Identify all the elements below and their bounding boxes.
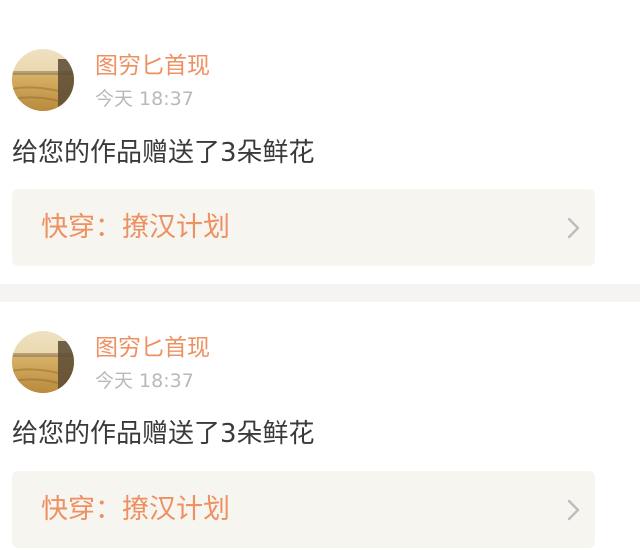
- notification-message: 给您的作品赠送了3朵鲜花: [12, 138, 315, 168]
- work-link-card[interactable]: 快穿：撩汉计划: [12, 189, 595, 266]
- timestamp: 今天 18:37: [95, 88, 194, 110]
- avatar[interactable]: [12, 49, 74, 111]
- section-divider: [0, 284, 640, 302]
- user-avatar-icon: [12, 331, 74, 393]
- user-avatar-icon: [12, 49, 74, 111]
- chevron-right-icon: [567, 217, 581, 239]
- notification-page: 图穷匕首现 今天 18:37 给您的作品赠送了3朵鲜花 快穿：撩汉计划 图穷匕首…: [0, 0, 640, 550]
- work-title: 快穿：撩汉计划: [41, 212, 230, 243]
- work-link-card[interactable]: 快穿：撩汉计划: [12, 471, 595, 548]
- notification-item: 图穷匕首现 今天 18:37 给您的作品赠送了3朵鲜花 快穿：撩汉计划: [0, 302, 640, 550]
- avatar[interactable]: [12, 331, 74, 393]
- work-title: 快穿：撩汉计划: [41, 494, 230, 525]
- chevron-right-icon: [567, 499, 581, 521]
- timestamp: 今天 18:37: [95, 370, 194, 392]
- user-name[interactable]: 图穷匕首现: [95, 52, 210, 80]
- notification-item: 图穷匕首现 今天 18:37 给您的作品赠送了3朵鲜花 快穿：撩汉计划: [0, 0, 640, 284]
- user-name[interactable]: 图穷匕首现: [95, 334, 210, 362]
- notification-message: 给您的作品赠送了3朵鲜花: [12, 419, 315, 449]
